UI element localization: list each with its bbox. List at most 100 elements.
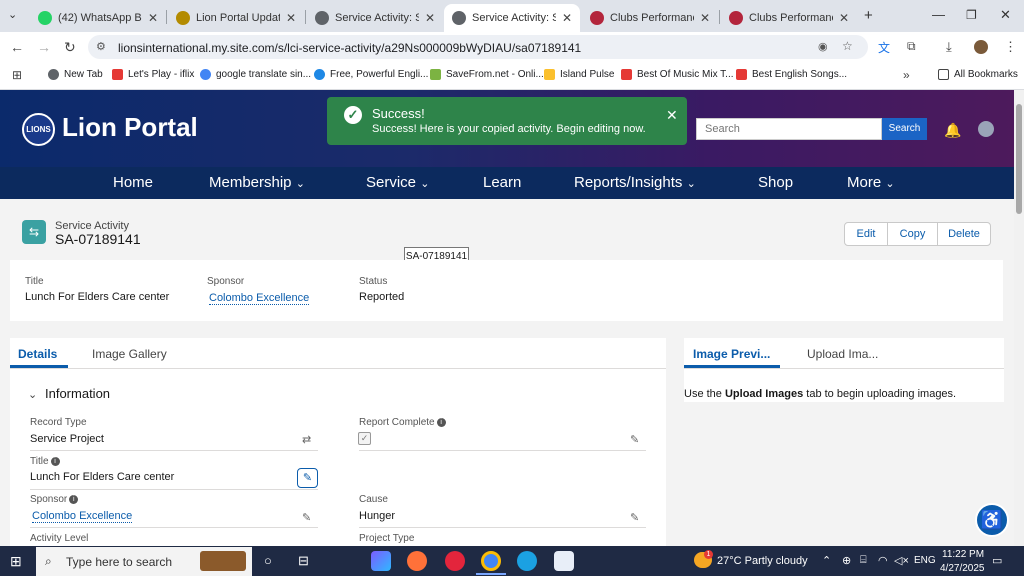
notifications-icon[interactable]: ▭: [992, 554, 1002, 567]
tab-image-gallery[interactable]: Image Gallery: [92, 347, 167, 361]
widgets-icon[interactable]: ⊟: [298, 553, 309, 569]
lions-logo-icon[interactable]: LIONS: [22, 113, 55, 146]
highlight-sponsor-link[interactable]: Colombo Excellence: [209, 292, 310, 305]
nav-shop[interactable]: Shop: [758, 174, 793, 191]
wifi-icon[interactable]: ◠: [878, 554, 888, 567]
windows-start-icon[interactable]: ⊞: [10, 553, 22, 570]
tab-upload-images[interactable]: Upload Ima...: [807, 347, 878, 361]
more-bookmarks-icon[interactable]: »: [903, 68, 910, 82]
bookmark-google-translate[interactable]: google translate sin...: [200, 69, 311, 80]
restore-icon[interactable]: ❐: [966, 8, 977, 22]
close-tab-icon[interactable]: ✕: [700, 11, 710, 25]
browser-tab-whatsapp[interactable]: (42) WhatsApp Busin ✕: [30, 4, 166, 32]
browser-tab-clubs-performance[interactable]: Clubs Performance E ✕: [582, 4, 718, 32]
input-language[interactable]: ENG: [914, 555, 936, 566]
bookmark-best-english-songs[interactable]: Best English Songs...: [736, 69, 847, 80]
taskbar-search-placeholder[interactable]: Type here to search: [66, 555, 172, 569]
bookmark-label: Let's Play - iflix: [128, 69, 195, 80]
bookmark-star-icon[interactable]: ☆: [842, 39, 853, 53]
info-icon[interactable]: i: [50, 457, 60, 466]
nav-home[interactable]: Home: [113, 174, 153, 191]
close-window-icon[interactable]: ✕: [1000, 7, 1011, 23]
edit-pencil-icon[interactable]: ✎: [630, 433, 639, 446]
info-icon[interactable]: i: [436, 418, 446, 427]
bookmark-new-tab[interactable]: New Tab: [48, 69, 103, 80]
bookmark-savefrom[interactable]: SaveFrom.net - Onli...: [430, 69, 544, 80]
close-tab-icon[interactable]: ✕: [839, 11, 849, 25]
nav-reports-insights[interactable]: Reports/Insights ⌄: [574, 174, 696, 191]
user-avatar[interactable]: [978, 121, 994, 137]
volume-muted-icon[interactable]: ◁×: [894, 554, 909, 567]
change-record-type-icon[interactable]: ⇄: [302, 433, 311, 446]
clock-time[interactable]: 11:22 PM: [942, 549, 984, 560]
new-tab-button[interactable]: +: [864, 7, 873, 24]
translate-icon[interactable]: 文: [878, 39, 890, 56]
tray-chevron-up-icon[interactable]: ⌃: [822, 554, 831, 567]
chrome-icon[interactable]: [481, 551, 501, 571]
browser-tab-lion-portal-updates[interactable]: Lion Portal Updates | ✕: [168, 4, 304, 32]
portal-logo-text[interactable]: Lion Portal: [62, 112, 198, 143]
info-icon[interactable]: i: [69, 495, 79, 504]
minimize-icon[interactable]: —: [932, 7, 945, 22]
close-tab-icon[interactable]: ✕: [562, 11, 572, 25]
title-value: Lunch For Elders Care center: [30, 471, 175, 483]
clock-date[interactable]: 4/27/2025: [940, 563, 985, 574]
browser-tab-service-activity[interactable]: Service Activity: SA-0 ✕: [307, 4, 443, 32]
bookmark-best-of-music[interactable]: Best Of Music Mix T...: [621, 69, 734, 80]
extensions-icon[interactable]: ⧉: [907, 39, 916, 54]
edit-title-pencil-icon[interactable]: ✎: [297, 468, 318, 488]
nav-service[interactable]: Service ⌄: [366, 174, 429, 191]
section-title-information[interactable]: Information: [45, 386, 110, 401]
tab-details[interactable]: Details: [18, 347, 57, 361]
close-tab-icon[interactable]: ✕: [425, 11, 435, 25]
firefox-icon[interactable]: [407, 551, 427, 571]
forward-icon[interactable]: →: [37, 39, 51, 55]
apps-grid-icon[interactable]: ⊞: [12, 68, 22, 82]
meet-now-icon[interactable]: ⊕: [842, 554, 851, 567]
back-icon[interactable]: ←: [10, 39, 24, 55]
bookmark-iflix[interactable]: Let's Play - iflix: [112, 69, 194, 80]
edge-icon[interactable]: [517, 551, 537, 571]
profile-avatar[interactable]: [974, 40, 988, 54]
nav-learn[interactable]: Learn: [483, 174, 521, 191]
weather-text[interactable]: 27°C Partly cloudy: [717, 555, 808, 567]
delete-button[interactable]: Delete: [938, 223, 990, 245]
reload-icon[interactable]: ↻: [64, 39, 76, 56]
bookmark-island-pulse[interactable]: Island Pulse: [544, 69, 614, 80]
copy-button[interactable]: Copy: [888, 223, 938, 245]
portal-search-input[interactable]: [696, 118, 882, 140]
menu-kebab-icon[interactable]: ⋮: [1004, 39, 1017, 55]
notification-bell-icon[interactable]: 🔔: [944, 122, 961, 139]
nav-more[interactable]: More ⌄: [847, 174, 895, 191]
site-info-icon[interactable]: ⚙: [96, 40, 106, 53]
scrollbar-thumb[interactable]: [1016, 104, 1022, 214]
edit-pencil-icon[interactable]: ✎: [302, 511, 311, 524]
microsoft-store-icon[interactable]: [554, 551, 574, 571]
report-complete-checkbox[interactable]: ✓: [358, 432, 371, 445]
edit-pencil-icon[interactable]: ✎: [630, 511, 639, 524]
sponsor-link[interactable]: Colombo Excellence: [32, 510, 133, 523]
copilot-icon[interactable]: [371, 551, 391, 571]
opera-icon[interactable]: [445, 551, 465, 571]
network-icon[interactable]: ⌸: [860, 554, 867, 567]
nav-membership[interactable]: Membership ⌄: [209, 174, 305, 191]
section-chevron-down-icon[interactable]: ⌄: [28, 388, 37, 401]
browser-tab-clubs-performance-2[interactable]: Clubs Performance E ✕: [721, 4, 857, 32]
accessibility-icon[interactable]: ♿: [975, 503, 1009, 537]
toast-close-icon[interactable]: ✕: [666, 107, 678, 124]
tab-image-preview[interactable]: Image Previ...: [693, 347, 770, 361]
tab-title: Service Activity: SA-0: [335, 12, 419, 24]
task-view-icon[interactable]: ○: [264, 553, 272, 568]
eye-off-icon[interactable]: ◉: [818, 40, 828, 53]
browser-tab-service-activity-active[interactable]: Service Activity: SA-0 ✕: [444, 4, 580, 32]
close-tab-icon[interactable]: ✕: [148, 11, 158, 25]
edit-button[interactable]: Edit: [845, 223, 888, 245]
portal-search-button[interactable]: Search: [882, 118, 927, 140]
download-icon[interactable]: ⤓: [946, 39, 952, 55]
bookmark-free-powerful-english[interactable]: Free, Powerful Engli...: [314, 69, 428, 80]
url-text[interactable]: lionsinternational.my.site.com/s/lci-ser…: [118, 41, 581, 55]
tab-search-chevron-icon[interactable]: ⌄: [8, 8, 17, 21]
search-highlight-image[interactable]: [200, 551, 246, 571]
all-bookmarks[interactable]: All Bookmarks: [938, 69, 1018, 80]
close-tab-icon[interactable]: ✕: [286, 11, 296, 25]
